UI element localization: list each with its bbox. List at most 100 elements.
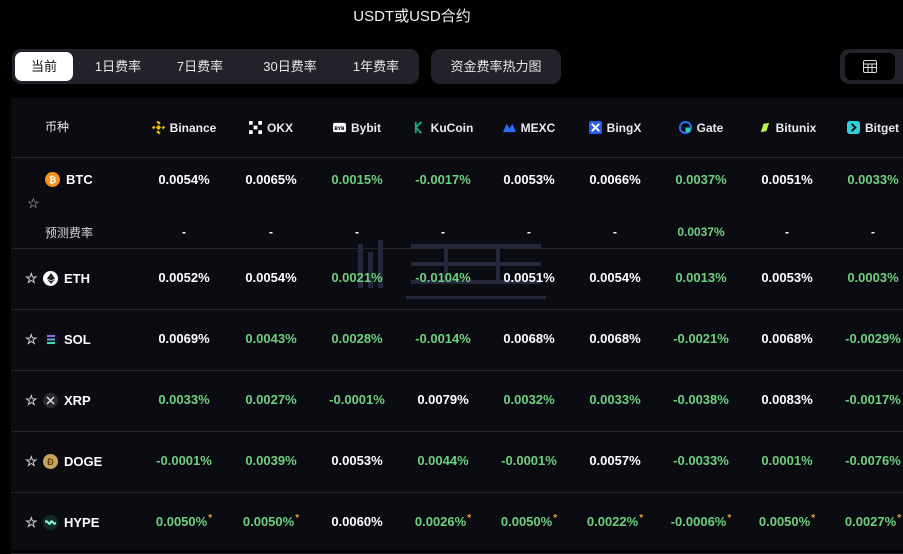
- coin-symbol: HYPE: [64, 515, 100, 530]
- table-row: ☆ XRP 0.0033% 0.0027% -0.0001% 0.0079% 0.0032%…: [11, 371, 903, 432]
- asterisk-marker: *: [639, 513, 644, 524]
- rate-cell[interactable]: -0.0001%: [486, 453, 572, 468]
- rate-cell[interactable]: 0.0050%*: [744, 513, 830, 529]
- predicted-rate-cell: -: [527, 225, 531, 239]
- btc-icon: ₿: [45, 172, 60, 187]
- heatmap-button[interactable]: 资金费率热力图: [431, 49, 561, 84]
- rate-cell[interactable]: 0.0043%: [228, 331, 314, 346]
- rate-cell[interactable]: -0.0006%*: [658, 513, 744, 529]
- rate-cell[interactable]: -0.0001%: [314, 392, 400, 407]
- favorite-star-icon[interactable]: ☆: [25, 514, 38, 531]
- rate-cell[interactable]: -0.0033%: [658, 453, 744, 468]
- rate-cell[interactable]: 0.0015%: [314, 172, 400, 187]
- rate-cell[interactable]: 0.0057%: [572, 453, 658, 468]
- rate-cell[interactable]: -0.0021%: [658, 331, 744, 346]
- mexc-icon: [502, 121, 516, 134]
- rate-cell[interactable]: 0.0051%: [744, 172, 830, 187]
- bingx-icon: [588, 121, 602, 134]
- rate-cell[interactable]: 0.0003%: [830, 270, 903, 285]
- rate-cell[interactable]: 0.0022%*: [572, 513, 658, 529]
- rate-cell[interactable]: 0.0069%: [141, 331, 227, 346]
- rate-cell[interactable]: -0.0014%: [400, 331, 486, 346]
- rate-cell[interactable]: 0.0054%: [572, 270, 658, 285]
- favorite-star-icon[interactable]: ☆: [25, 453, 38, 470]
- coin-symbol: DOGE: [64, 454, 103, 469]
- rate-cell[interactable]: -0.0001%: [141, 453, 227, 468]
- rate-cell[interactable]: 0.0039%: [228, 453, 314, 468]
- tab-1y[interactable]: 1年费率: [338, 52, 414, 81]
- rate-cell[interactable]: 0.0065%: [228, 172, 314, 187]
- table-row: ☆ Ð DOGE -0.0001% 0.0039% 0.0053% 0.0044% -0.00…: [11, 432, 903, 493]
- rate-cell[interactable]: 0.0051%: [486, 270, 572, 285]
- rate-cell[interactable]: 0.0068%: [486, 331, 572, 346]
- rate-cell[interactable]: 0.0013%: [658, 270, 744, 285]
- rate-cell[interactable]: 0.0033%: [830, 172, 903, 187]
- rate-cell[interactable]: 0.0033%: [141, 392, 227, 407]
- predicted-rate-cell: -: [613, 225, 617, 239]
- rate-cell[interactable]: 0.0054%: [228, 270, 314, 285]
- xrp-icon: [43, 393, 58, 408]
- rate-cell[interactable]: 0.0050%*: [486, 513, 572, 529]
- table-row: ☆ ₿ BTC 预测费率 0.0054% 0.0065% 0.0015% -0.0017% 0.…: [11, 158, 903, 249]
- rate-cell[interactable]: 0.0021%: [314, 270, 400, 285]
- rate-cell[interactable]: 0.0068%: [572, 331, 658, 346]
- rate-cell[interactable]: 0.0050%*: [141, 513, 227, 529]
- exchange-header-gate: Gate: [658, 98, 744, 157]
- tab-30d[interactable]: 30日费率: [246, 52, 334, 81]
- favorite-star-icon[interactable]: ☆: [25, 392, 38, 409]
- asterisk-marker: *: [553, 513, 558, 524]
- predicted-rate-cell: -: [441, 225, 445, 239]
- bybit-icon: BYB: [333, 121, 346, 134]
- rate-cell[interactable]: 0.0027%*: [830, 513, 903, 529]
- table-header: 币种 Binance OKX BYB Bybit KuCoin MEXC BingX Gate…: [11, 98, 903, 158]
- bitget-icon: [847, 121, 860, 134]
- rate-cell[interactable]: 0.0032%: [486, 392, 572, 407]
- exchange-name: OKX: [266, 120, 293, 135]
- rate-cell[interactable]: -0.0038%: [658, 392, 744, 407]
- asterisk-marker: *: [467, 513, 472, 524]
- rate-cell[interactable]: 0.0050%*: [228, 513, 314, 529]
- rate-cell[interactable]: -0.0076%: [830, 453, 903, 468]
- rate-cell[interactable]: 0.0066%: [572, 172, 658, 187]
- rate-cell[interactable]: 0.0044%: [400, 453, 486, 468]
- rate-cell[interactable]: 0.0054%: [141, 172, 227, 187]
- rate-cell[interactable]: -0.0029%: [830, 331, 903, 346]
- exchange-name: Bitget: [865, 120, 899, 135]
- rate-cell[interactable]: 0.0052%: [141, 270, 227, 285]
- bitunix-icon: [758, 121, 771, 134]
- exchange-header-okx: OKX: [228, 98, 314, 157]
- table-row: ☆ ETH 0.0052% 0.0054% 0.0021% -0.0104% 0.0051%…: [11, 249, 903, 310]
- tab-7d[interactable]: 7日费率: [162, 52, 238, 81]
- rate-cell[interactable]: 0.0079%: [400, 392, 486, 407]
- exchange-name: Bitunix: [775, 120, 817, 135]
- favorite-star-icon[interactable]: ☆: [27, 195, 40, 212]
- rate-cell[interactable]: 0.0060%: [314, 514, 400, 529]
- coin-header: 币种: [45, 120, 70, 134]
- favorite-star-icon[interactable]: ☆: [25, 331, 38, 348]
- predicted-rate-cell: -: [871, 225, 875, 239]
- sol-icon: [43, 332, 58, 347]
- rate-cell[interactable]: -0.0017%: [830, 392, 903, 407]
- rate-cell[interactable]: 0.0033%: [572, 392, 658, 407]
- rate-cell[interactable]: -0.0104%: [400, 270, 486, 285]
- doge-icon: Ð: [43, 454, 58, 469]
- exchange-header-binance: Binance: [141, 98, 227, 157]
- tab-1d[interactable]: 1日费率: [80, 52, 156, 81]
- rate-cell[interactable]: 0.0053%: [486, 172, 572, 187]
- tab-current[interactable]: 当前: [15, 52, 73, 81]
- exchange-header-mexc: MEXC: [486, 98, 572, 157]
- rate-cell[interactable]: 0.0053%: [744, 270, 830, 285]
- rate-cell[interactable]: 0.0027%: [228, 392, 314, 407]
- rate-cell[interactable]: 0.0053%: [314, 453, 400, 468]
- rate-cell[interactable]: 0.0037%: [658, 172, 744, 187]
- rate-cell[interactable]: 0.0026%*: [400, 513, 486, 529]
- favorite-star-icon[interactable]: ☆: [25, 270, 38, 287]
- rate-cell[interactable]: 0.0001%: [744, 453, 830, 468]
- rate-cell[interactable]: 0.0083%: [744, 392, 830, 407]
- rate-cell[interactable]: -0.0017%: [400, 172, 486, 187]
- rate-cell[interactable]: 0.0068%: [744, 331, 830, 346]
- table-row: ☆ HYPE 0.0050%* 0.0050%* 0.0060% 0.0026%* 0.00…: [11, 493, 903, 554]
- rate-cell[interactable]: 0.0028%: [314, 331, 400, 346]
- calendar-button[interactable]: [840, 49, 903, 84]
- kucoin-icon: [413, 121, 426, 134]
